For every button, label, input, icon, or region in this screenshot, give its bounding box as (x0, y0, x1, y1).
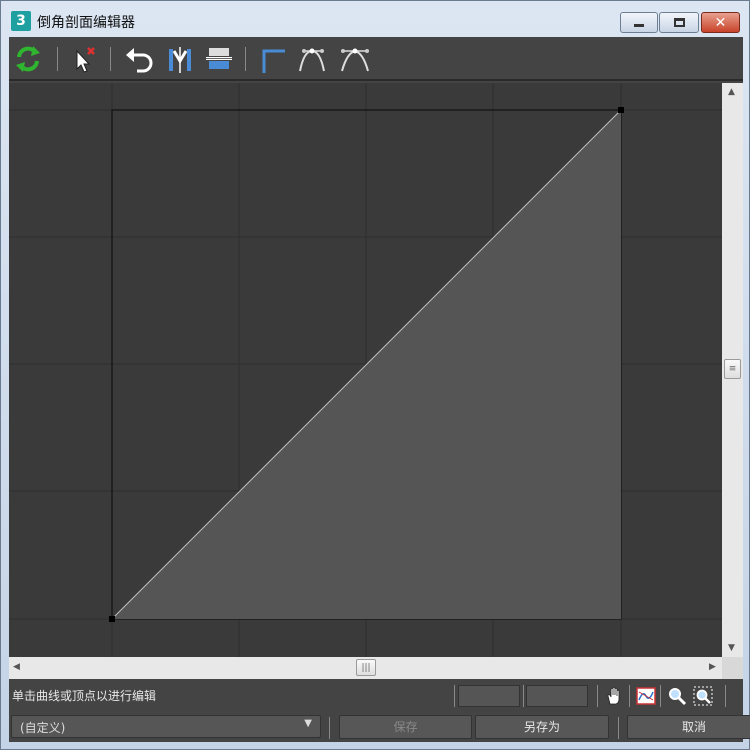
vertical-scrollbar[interactable]: ▲ ≡ ▼ (722, 83, 743, 657)
status-separator (660, 685, 661, 707)
preset-dropdown[interactable]: (自定义) ▼ (11, 715, 321, 738)
profile-canvas[interactable] (9, 83, 722, 657)
maximize-button[interactable] (659, 12, 699, 33)
footer-separator (329, 717, 330, 739)
window-title: 倒角剖面编辑器 (37, 15, 135, 31)
status-hint: 单击曲线或顶点以进行编辑 (12, 689, 157, 703)
bevel-profile-editor-window: 3 倒角剖面编辑器 ✕ ▲ ≡ ▼ ◀ ||| ▶ 单击曲线或顶点以进行编辑 (… (0, 0, 750, 750)
footer-bar: (自定义) ▼ 保存 另存为 取消 (9, 711, 750, 742)
bezier-corner-icon[interactable] (337, 43, 373, 75)
chevron-down-icon: ▼ (304, 718, 312, 729)
maximize-icon (673, 18, 685, 27)
profile-graph[interactable] (9, 83, 722, 657)
vertical-scroll-thumb[interactable]: ≡ (724, 359, 741, 379)
zoom-icon[interactable] (667, 686, 687, 706)
footer-separator (618, 717, 619, 739)
close-icon: ✕ (714, 14, 727, 31)
close-button[interactable]: ✕ (701, 12, 740, 33)
scroll-left-arrow-icon[interactable]: ◀ (13, 662, 20, 672)
pan-hand-icon[interactable] (605, 686, 625, 706)
status-separator (629, 685, 630, 707)
scroll-up-arrow-icon[interactable]: ▲ (728, 87, 735, 97)
coord-x-field[interactable] (458, 685, 520, 707)
app-icon: 3 (11, 11, 31, 31)
scroll-right-arrow-icon[interactable]: ▶ (709, 662, 716, 672)
toolbar-separator (57, 47, 58, 71)
status-separator (523, 685, 524, 707)
scroll-corner (722, 657, 743, 679)
horizontal-scroll-thumb[interactable]: ||| (356, 659, 376, 676)
coord-y-field[interactable] (526, 685, 588, 707)
minimize-button[interactable] (620, 12, 658, 33)
status-separator (597, 685, 598, 707)
undo-icon[interactable] (123, 43, 157, 75)
status-separator (725, 685, 726, 707)
delete-point-icon[interactable] (71, 43, 99, 75)
save-button[interactable]: 保存 (339, 715, 472, 739)
minimize-icon (634, 24, 644, 27)
curve-vertex-end (618, 107, 624, 113)
status-separator (454, 685, 455, 707)
horizontal-scrollbar[interactable]: ◀ ||| ▶ (9, 657, 722, 679)
bezier-smooth-icon[interactable] (296, 43, 332, 75)
flip-vertical-icon[interactable] (203, 43, 235, 75)
flip-horizontal-icon[interactable] (165, 43, 195, 75)
status-bar: 单击曲线或顶点以进行编辑 (9, 679, 743, 711)
zoom-extents-icon[interactable] (636, 686, 656, 706)
toolbar-separator (110, 47, 111, 71)
toolbar-separator (245, 47, 246, 71)
preset-dropdown-value: (自定义) (20, 721, 66, 735)
cancel-button[interactable]: 取消 (627, 715, 750, 739)
reset-curve-icon[interactable] (11, 43, 45, 75)
curve-vertex-start (109, 616, 115, 622)
title-bar[interactable]: 3 倒角剖面编辑器 ✕ (1, 1, 749, 37)
toolbar (9, 37, 743, 81)
client-area: ▲ ≡ ▼ ◀ ||| ▶ 单击曲线或顶点以进行编辑 (自定义) ▼ 保存 另存… (9, 37, 750, 742)
save-as-button[interactable]: 另存为 (475, 715, 609, 739)
scroll-down-arrow-icon[interactable]: ▼ (728, 643, 735, 653)
zoom-region-icon[interactable] (693, 686, 713, 706)
corner-point-icon[interactable] (259, 43, 289, 75)
